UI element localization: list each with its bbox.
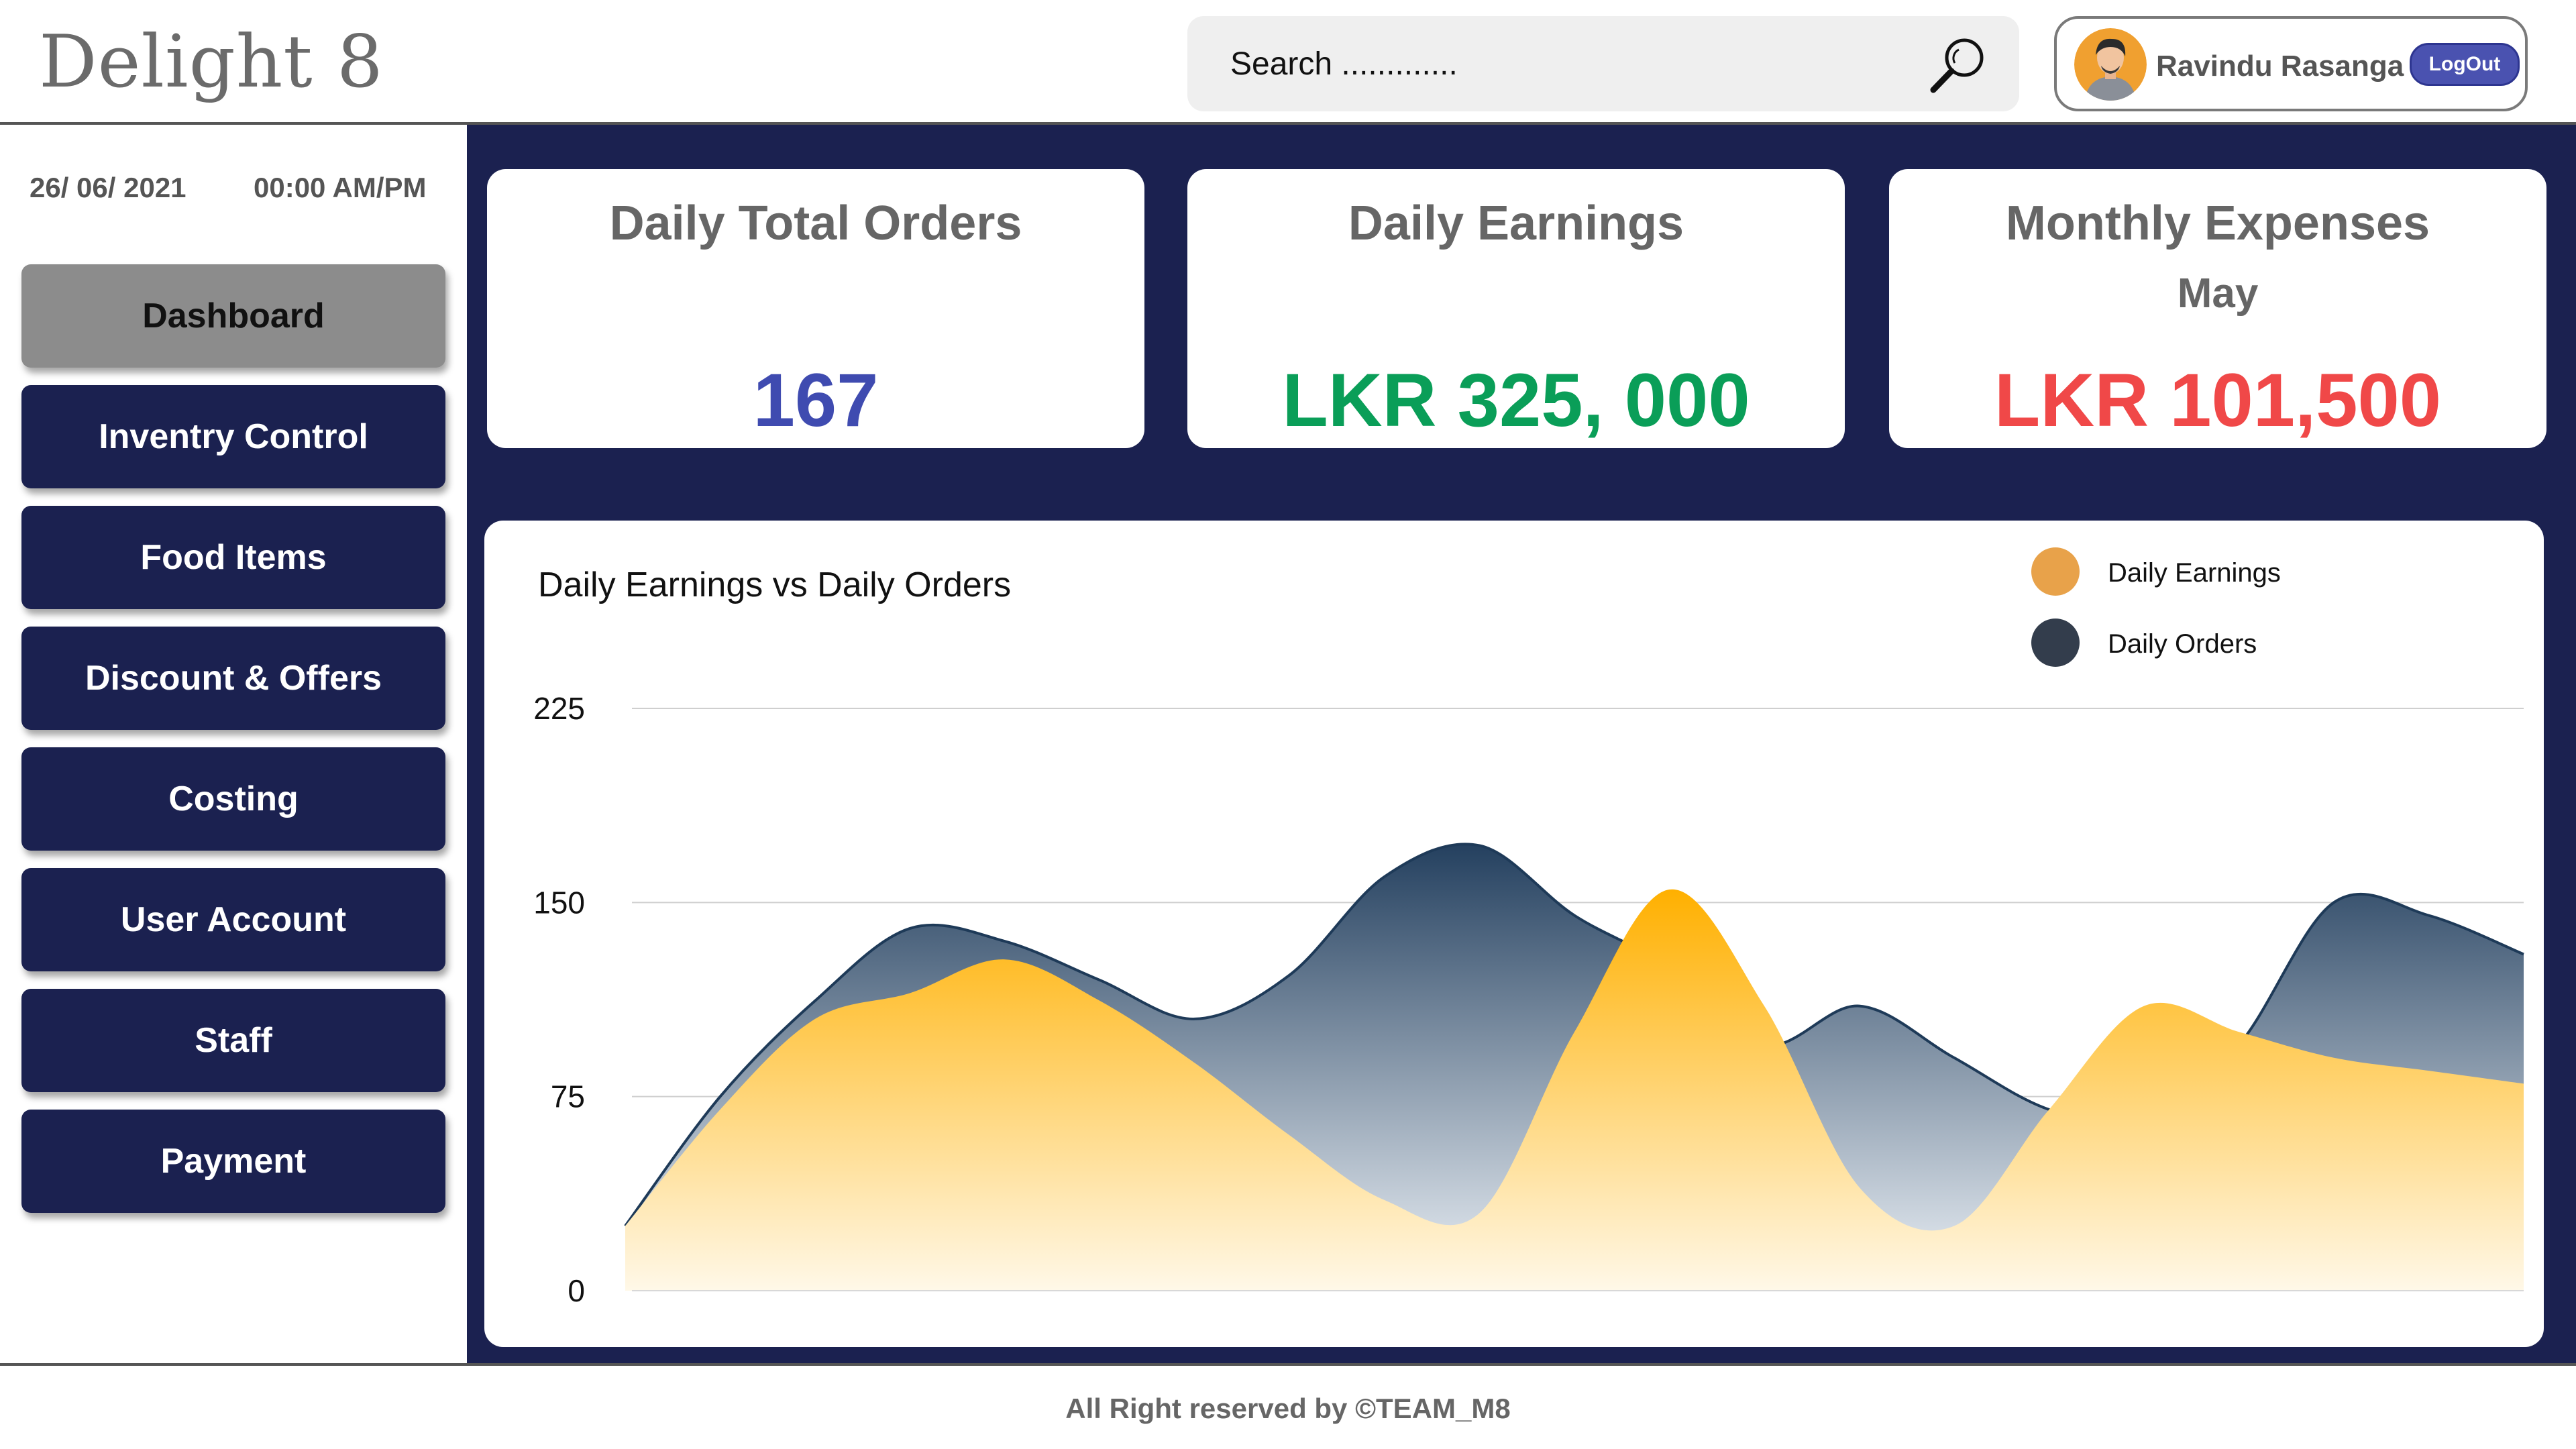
search-icon[interactable] bbox=[1925, 34, 1990, 98]
y-tick-label: 150 bbox=[533, 885, 585, 920]
user-panel: Ravindu Rasanga LogOut bbox=[2054, 16, 2528, 111]
header: Delight 8 Search ............. Ravindu R… bbox=[0, 0, 2576, 125]
footer: All Right reserved by ©TEAM_M8 bbox=[0, 1363, 2576, 1449]
sidebar-item-dashboard[interactable]: Dashboard bbox=[21, 264, 445, 368]
chart-title: Daily Earnings vs Daily Orders bbox=[538, 566, 1012, 604]
card-value: LKR 325, 000 bbox=[1282, 358, 1750, 442]
card-value: LKR 101,500 bbox=[1994, 358, 2442, 442]
sidebar-item-user-account[interactable]: User Account bbox=[21, 868, 445, 971]
card-subtitle: May bbox=[2177, 270, 2259, 317]
logout-button[interactable]: LogOut bbox=[2410, 43, 2520, 86]
footer-copyright: All Right reserved by ©TEAM_M8 bbox=[1065, 1393, 1511, 1424]
legend-swatch-orders bbox=[2031, 619, 2080, 667]
current-date: 26/ 06/ 2021 bbox=[30, 172, 186, 203]
y-tick-label: 225 bbox=[533, 691, 585, 726]
card-title: Daily Total Orders bbox=[609, 197, 1022, 250]
sidebar-item-discount-offers[interactable]: Discount & Offers bbox=[21, 627, 445, 730]
main-content: Daily Total Orders 167 Daily Earnings LK… bbox=[467, 125, 2576, 1363]
card-title: Daily Earnings bbox=[1348, 197, 1684, 250]
sidebar-item-costing[interactable]: Costing bbox=[21, 747, 445, 851]
card-title: Monthly Expenses bbox=[2005, 197, 2430, 250]
search-bar[interactable]: Search ............. bbox=[1187, 16, 2019, 111]
sidebar: 26/ 06/ 2021 00:00 AM/PM Dashboard Inven… bbox=[0, 125, 467, 1363]
avatar[interactable] bbox=[2074, 28, 2147, 101]
legend-swatch-earnings bbox=[2031, 547, 2080, 596]
sidebar-item-food-items[interactable]: Food Items bbox=[21, 506, 445, 609]
y-tick-label: 0 bbox=[568, 1273, 585, 1308]
sidebar-item-staff[interactable]: Staff bbox=[21, 989, 445, 1092]
y-tick-label: 75 bbox=[551, 1079, 585, 1114]
card-value: 167 bbox=[753, 358, 879, 442]
chart-panel: 0 75 150 225 Daily Earnings vs Daily Orders… bbox=[484, 521, 2544, 1347]
card-monthly-expenses: Monthly Expenses May LKR 101,500 bbox=[1889, 169, 2546, 448]
legend-label: Daily Orders bbox=[2108, 629, 2257, 659]
card-daily-total-orders: Daily Total Orders 167 bbox=[487, 169, 1144, 448]
search-input[interactable]: Search ............. bbox=[1230, 46, 1458, 83]
current-time: 00:00 AM/PM bbox=[254, 172, 427, 203]
card-daily-earnings: Daily Earnings LKR 325, 000 bbox=[1187, 169, 1845, 448]
legend-label: Daily Earnings bbox=[2108, 558, 2281, 588]
sidebar-item-payment[interactable]: Payment bbox=[21, 1110, 445, 1213]
user-name: Ravindu Rasanga bbox=[2156, 50, 2404, 83]
sidebar-item-inventory-control[interactable]: Inventry Control bbox=[21, 385, 445, 488]
app-logo: Delight 8 bbox=[39, 20, 384, 104]
